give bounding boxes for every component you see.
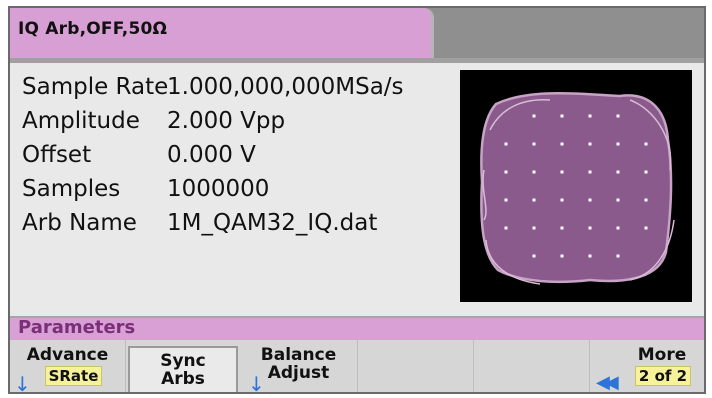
constellation-point bbox=[560, 198, 564, 202]
constellation-point bbox=[588, 142, 592, 146]
double-chevron-left-icon: ◀◀ bbox=[596, 372, 619, 393]
param-label: Offset bbox=[22, 142, 92, 168]
more-label: More bbox=[637, 345, 687, 365]
advance-value: SRate bbox=[44, 366, 103, 386]
constellation-point bbox=[532, 114, 536, 118]
constellation-point bbox=[532, 226, 536, 230]
advance-label: Advance bbox=[26, 345, 109, 365]
arrow-down-icon: ↓ bbox=[248, 372, 265, 394]
tab-bar: IQ Arb,OFF,50Ω bbox=[10, 8, 704, 60]
balance-adjust-softkey[interactable]: Balance Adjust ↓ bbox=[240, 340, 358, 394]
param-value: 1.000,000,000MSa/s bbox=[167, 74, 404, 100]
constellation-point bbox=[560, 114, 564, 118]
tab-divider bbox=[10, 58, 704, 63]
arrow-down-icon: ↓ bbox=[14, 372, 31, 394]
constellation-point bbox=[588, 198, 592, 202]
empty-softkey-4[interactable] bbox=[358, 340, 474, 392]
param-label: Sample Rate bbox=[22, 74, 169, 100]
param-row-arb-name: Arb Name 1M_QAM32_IQ.dat bbox=[22, 206, 404, 240]
constellation-point bbox=[616, 142, 620, 146]
constellation-point bbox=[504, 142, 508, 146]
constellation-point bbox=[560, 170, 564, 174]
constellation-point bbox=[588, 226, 592, 230]
sync-arbs-button[interactable]: Sync Arbs bbox=[128, 346, 238, 392]
constellation-point bbox=[616, 198, 620, 202]
param-label: Arb Name bbox=[22, 210, 137, 236]
constellation-point bbox=[504, 226, 508, 230]
constellation-point bbox=[588, 254, 592, 258]
constellation-plot bbox=[480, 92, 675, 285]
param-row-sample-rate: Sample Rate 1.000,000,000MSa/s bbox=[22, 70, 404, 104]
parameters-section-bar: Parameters bbox=[10, 316, 704, 340]
param-value: 2.000 Vpp bbox=[167, 108, 286, 134]
constellation-cloud bbox=[480, 92, 673, 284]
constellation-point bbox=[616, 254, 620, 258]
constellation-point bbox=[616, 170, 620, 174]
constellation-point bbox=[644, 170, 648, 174]
param-row-amplitude: Amplitude 2.000 Vpp bbox=[22, 104, 404, 138]
sync-arbs-label-1: Sync bbox=[160, 351, 206, 371]
empty-softkey-5[interactable] bbox=[474, 340, 590, 392]
parameter-list: Sample Rate 1.000,000,000MSa/s Amplitude… bbox=[22, 70, 404, 240]
more-softkey[interactable]: More 2 of 2 ◀◀ bbox=[590, 340, 704, 393]
balance-adjust-label-1: Balance bbox=[260, 345, 337, 365]
constellation-point bbox=[644, 226, 648, 230]
param-value: 0.000 V bbox=[167, 142, 256, 168]
constellation-point bbox=[588, 114, 592, 118]
constellation-preview bbox=[460, 70, 692, 302]
softkey-bar: Advance SRate ↓ Sync Arbs Balance Adjust… bbox=[10, 340, 704, 394]
sync-arbs-label-2: Arbs bbox=[161, 369, 205, 389]
param-row-offset: Offset 0.000 V bbox=[22, 138, 404, 172]
more-page-indicator: 2 of 2 bbox=[634, 366, 692, 386]
constellation-point bbox=[644, 142, 648, 146]
tab-iq-arb[interactable]: IQ Arb,OFF,50Ω bbox=[10, 8, 434, 58]
constellation-point bbox=[560, 142, 564, 146]
constellation-point bbox=[532, 198, 536, 202]
constellation-point bbox=[504, 198, 508, 202]
param-row-samples: Samples 1000000 bbox=[22, 172, 404, 206]
tab-title: IQ Arb,OFF,50Ω bbox=[18, 19, 168, 39]
constellation-point bbox=[532, 142, 536, 146]
param-value: 1000000 bbox=[167, 176, 270, 202]
param-value: 1M_QAM32_IQ.dat bbox=[167, 210, 378, 236]
constellation-point bbox=[616, 114, 620, 118]
instrument-display: IQ Arb,OFF,50Ω Sample Rate 1.000,000,000… bbox=[8, 6, 706, 394]
advance-softkey[interactable]: Advance SRate ↓ bbox=[10, 340, 126, 394]
constellation-point bbox=[616, 226, 620, 230]
constellation-point bbox=[560, 226, 564, 230]
section-title: Parameters bbox=[18, 317, 136, 338]
param-label: Samples bbox=[22, 176, 121, 202]
constellation-point bbox=[532, 254, 536, 258]
constellation-point bbox=[644, 198, 648, 202]
param-label: Amplitude bbox=[22, 108, 140, 134]
constellation-point bbox=[560, 254, 564, 258]
constellation-point bbox=[504, 170, 508, 174]
constellation-point bbox=[532, 170, 536, 174]
constellation-point bbox=[588, 170, 592, 174]
